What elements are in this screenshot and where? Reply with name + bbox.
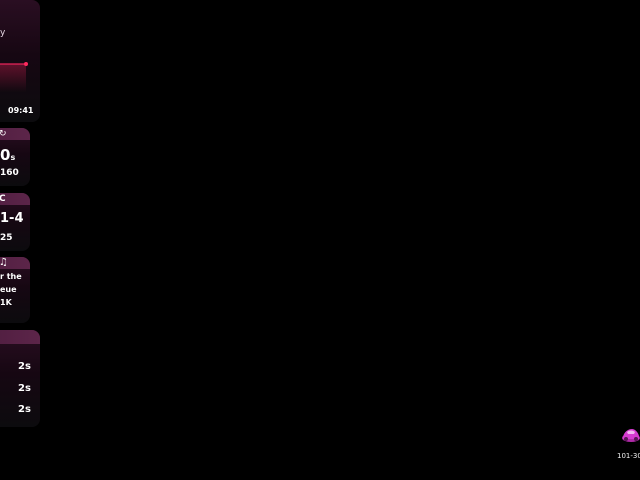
list-header <box>0 330 40 344</box>
trend-end-point <box>24 62 28 66</box>
song-listeners: 1K <box>0 298 12 307</box>
timer-number: 0 <box>0 146 11 164</box>
trend-chart <box>0 30 28 92</box>
music-icon: ♫ <box>0 257 8 268</box>
list-row-value: 2s <box>18 361 31 372</box>
trophy-icon: C <box>0 194 6 204</box>
song-title-line-1: r the <box>0 272 22 281</box>
timer-card: ↻ 0s 160 <box>0 128 30 186</box>
position-value: 1-4 <box>0 211 24 226</box>
position-sub: 25 <box>0 233 13 243</box>
clock-time: 09:41 <box>8 106 34 115</box>
stopwatch-icon: ↻ <box>0 129 7 139</box>
track-id-label: 101-30 <box>617 452 640 460</box>
lap-list-panel: 2s 2s 2s <box>0 330 40 427</box>
list-row-value: 2s <box>18 404 31 415</box>
position-card: C 1-4 25 <box>0 193 30 251</box>
now-playing-card: ♫ r the eue 1K <box>0 257 30 323</box>
list-row-value: 2s <box>18 383 31 394</box>
timer-unit: s <box>10 153 16 162</box>
car-icon[interactable] <box>621 423 640 447</box>
timer-sub: 160 <box>0 168 19 178</box>
screen: y 09:41 ↻ 0s 160 C 1-4 25 ♫ r the eue 1K… <box>0 0 640 480</box>
timer-value: 0s <box>0 146 15 164</box>
stats-panel: y 09:41 <box>0 0 40 122</box>
song-title-line-2: eue <box>0 285 17 294</box>
